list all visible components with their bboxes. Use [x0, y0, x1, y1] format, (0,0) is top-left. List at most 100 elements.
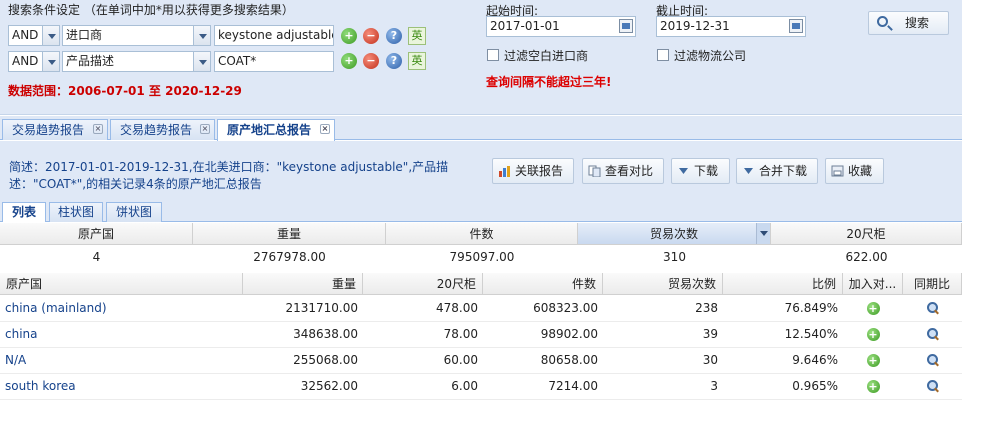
column-header[interactable]: 20尺柜	[771, 223, 962, 245]
column-header[interactable]: 重量	[243, 273, 363, 295]
tab-origin-summary[interactable]: 原产地汇总报告 ×	[217, 119, 335, 141]
english-toggle-2[interactable]: 英	[408, 52, 426, 70]
search-title: 搜索条件设定 （在单词中加*用以获得更多搜索结果）	[8, 3, 294, 17]
ratio-cell: 9.646%	[792, 353, 838, 367]
add-condition-icon[interactable]: +	[341, 53, 357, 69]
column-header[interactable]: 加入对...	[843, 273, 903, 295]
logic-select-2[interactable]: AND	[8, 51, 60, 72]
add-compare-icon[interactable]: +	[866, 302, 880, 315]
filter-blank-importer-checkbox[interactable]	[487, 49, 499, 61]
period-compare-cell	[903, 323, 962, 346]
pieces-cell: 7214.00	[548, 379, 598, 393]
column-header[interactable]: 件数	[386, 223, 578, 245]
add-compare-cell: +	[843, 349, 903, 372]
total-teu: 622.00	[845, 250, 888, 264]
view-tabbar: 列表 柱状图 饼状图	[0, 202, 962, 222]
table-row: china 348638.00 78.00 98902.00 39 12.540…	[0, 322, 962, 348]
column-header[interactable]: 原产国	[0, 273, 243, 295]
total-count: 4	[92, 250, 101, 264]
keyword-input-1[interactable]: keystone adjustable	[214, 25, 334, 46]
teu-cell: 78.00	[443, 327, 478, 341]
total-trades: 310	[663, 250, 686, 264]
related-report-button[interactable]: 关联报告	[492, 158, 574, 184]
column-header[interactable]: 原产国	[0, 223, 193, 245]
ratio-cell: 76.849%	[784, 301, 838, 315]
tab-bar-chart[interactable]: 柱状图	[49, 202, 103, 222]
report-toolbar: 简述：2017-01-01-2019-12-31,在北美进口商："keyston…	[0, 141, 962, 203]
help-icon[interactable]: ?	[386, 53, 402, 69]
add-compare-icon[interactable]: +	[866, 354, 880, 367]
country-link[interactable]: N/A	[0, 349, 243, 372]
english-toggle-1[interactable]: 英	[408, 27, 426, 45]
chevron-down-icon	[193, 26, 210, 45]
teu-cell: 60.00	[443, 353, 478, 367]
trades-cell: 3	[710, 379, 718, 393]
help-icon[interactable]: ?	[386, 28, 402, 44]
column-header[interactable]: 同期比	[903, 273, 962, 295]
remove-condition-icon[interactable]: −	[363, 53, 379, 69]
add-compare-icon[interactable]: +	[866, 380, 880, 393]
start-date-input[interactable]: 2017-01-01	[486, 16, 636, 37]
detail-grid: 原产国 重量 20尺柜 件数 贸易次数 比例 加入对... 同期比 china …	[0, 273, 962, 403]
column-header[interactable]: 贸易次数	[603, 273, 723, 295]
pieces-cell: 80658.00	[540, 353, 598, 367]
filter-logistics-label: 过滤物流公司	[674, 49, 747, 63]
chart-icon	[499, 166, 510, 177]
trades-cell: 30	[702, 353, 718, 367]
column-header-sorted[interactable]: 贸易次数	[578, 223, 771, 245]
calendar-icon[interactable]	[789, 19, 803, 33]
country-link[interactable]: south korea	[0, 375, 243, 398]
total-pieces: 795097.00	[449, 250, 515, 264]
data-range-text: 数据范围：2006-07-01 至 2020-12-29	[8, 84, 242, 98]
field-select-1[interactable]: 进口商	[62, 25, 211, 46]
download-button[interactable]: 下载	[671, 158, 730, 184]
weight-cell: 32562.00	[300, 379, 358, 393]
search-icon	[877, 16, 888, 27]
keyword-input-2[interactable]: COAT*	[214, 51, 334, 72]
close-icon[interactable]: ×	[93, 124, 103, 134]
close-icon[interactable]: ×	[320, 124, 330, 134]
tab-trade-trend-2[interactable]: 交易趋势报告 ×	[110, 119, 215, 140]
column-header[interactable]: 比例	[723, 273, 843, 295]
pieces-cell: 608323.00	[533, 301, 598, 315]
calendar-icon[interactable]	[619, 19, 633, 33]
tab-list[interactable]: 列表	[2, 202, 46, 222]
filter-blank-importer-label: 过滤空白进口商	[504, 49, 589, 63]
totals-grid: 原产国 重量 件数 贸易次数 20尺柜 4 2767978.00 795097.…	[0, 223, 962, 271]
remove-condition-icon[interactable]: −	[363, 28, 379, 44]
add-condition-icon[interactable]: +	[341, 28, 357, 44]
save-icon	[831, 165, 844, 177]
ratio-cell: 0.965%	[792, 379, 838, 393]
search-icon[interactable]	[926, 302, 939, 315]
ratio-cell: 12.540%	[784, 327, 838, 341]
end-date-input[interactable]: 2019-12-31	[656, 16, 806, 37]
table-row: china (mainland) 2131710.00 478.00 60832…	[0, 296, 962, 322]
compare-button[interactable]: 查看对比	[582, 158, 664, 184]
weight-cell: 2131710.00	[285, 301, 358, 315]
merge-download-button[interactable]: 合并下载	[736, 158, 818, 184]
tab-pie-chart[interactable]: 饼状图	[106, 202, 162, 222]
favorite-button[interactable]: 收藏	[825, 158, 884, 184]
search-icon[interactable]	[926, 354, 939, 367]
column-header[interactable]: 20尺柜	[363, 273, 483, 295]
add-compare-icon[interactable]: +	[866, 328, 880, 341]
field-select-2[interactable]: 产品描述	[62, 51, 211, 72]
weight-cell: 348638.00	[293, 327, 358, 341]
logic-select-1[interactable]: AND	[8, 25, 60, 46]
search-button[interactable]: 搜索	[868, 11, 949, 35]
tab-trade-trend-1[interactable]: 交易趋势报告 ×	[2, 119, 108, 140]
column-header[interactable]: 件数	[483, 273, 603, 295]
country-link[interactable]: china (mainland)	[0, 297, 243, 320]
country-link[interactable]: china	[0, 323, 243, 346]
search-icon[interactable]	[926, 380, 939, 393]
search-icon[interactable]	[926, 328, 939, 341]
close-icon[interactable]: ×	[200, 124, 210, 134]
report-summary: 简述：2017-01-01-2019-12-31,在北美进口商："keyston…	[9, 160, 449, 191]
filter-logistics-checkbox[interactable]	[657, 49, 669, 61]
download-icon	[744, 168, 753, 174]
table-row: south korea 32562.00 6.00 7214.00 3 0.96…	[0, 374, 962, 400]
teu-cell: 478.00	[436, 301, 478, 315]
column-header[interactable]: 重量	[193, 223, 386, 245]
chevron-down-icon[interactable]	[756, 223, 770, 244]
weight-cell: 255068.00	[293, 353, 358, 367]
